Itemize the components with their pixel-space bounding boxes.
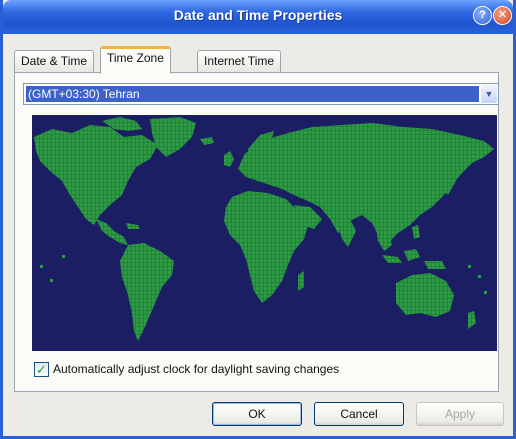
cancel-button[interactable]: Cancel — [314, 402, 404, 426]
dst-label[interactable]: Automatically adjust clock for daylight … — [53, 362, 339, 376]
dst-checkbox[interactable]: ✓ — [34, 362, 49, 377]
world-map — [32, 115, 497, 351]
tab-date-time[interactable]: Date & Time — [14, 50, 95, 72]
timezone-selected-value[interactable]: (GMT+03:30) Tehran — [26, 86, 479, 102]
tab-time-zone[interactable]: Time Zone — [100, 46, 171, 74]
title-bar[interactable]: Date and Time Properties ? ✕ — [3, 0, 513, 34]
ok-button[interactable]: OK — [212, 402, 302, 426]
tab-internet-time[interactable]: Internet Time — [197, 50, 282, 72]
help-icon: ? — [479, 9, 486, 21]
apply-button[interactable]: Apply — [416, 402, 504, 426]
timezone-select[interactable]: (GMT+03:30) Tehran ▼ — [23, 83, 499, 105]
world-map-graphic — [32, 115, 497, 351]
window-title: Date and Time Properties — [173, 7, 343, 23]
help-button[interactable]: ? — [473, 6, 492, 25]
close-button[interactable]: ✕ — [493, 6, 512, 25]
close-icon: ✕ — [497, 9, 508, 21]
chevron-down-icon[interactable]: ▼ — [481, 85, 497, 103]
